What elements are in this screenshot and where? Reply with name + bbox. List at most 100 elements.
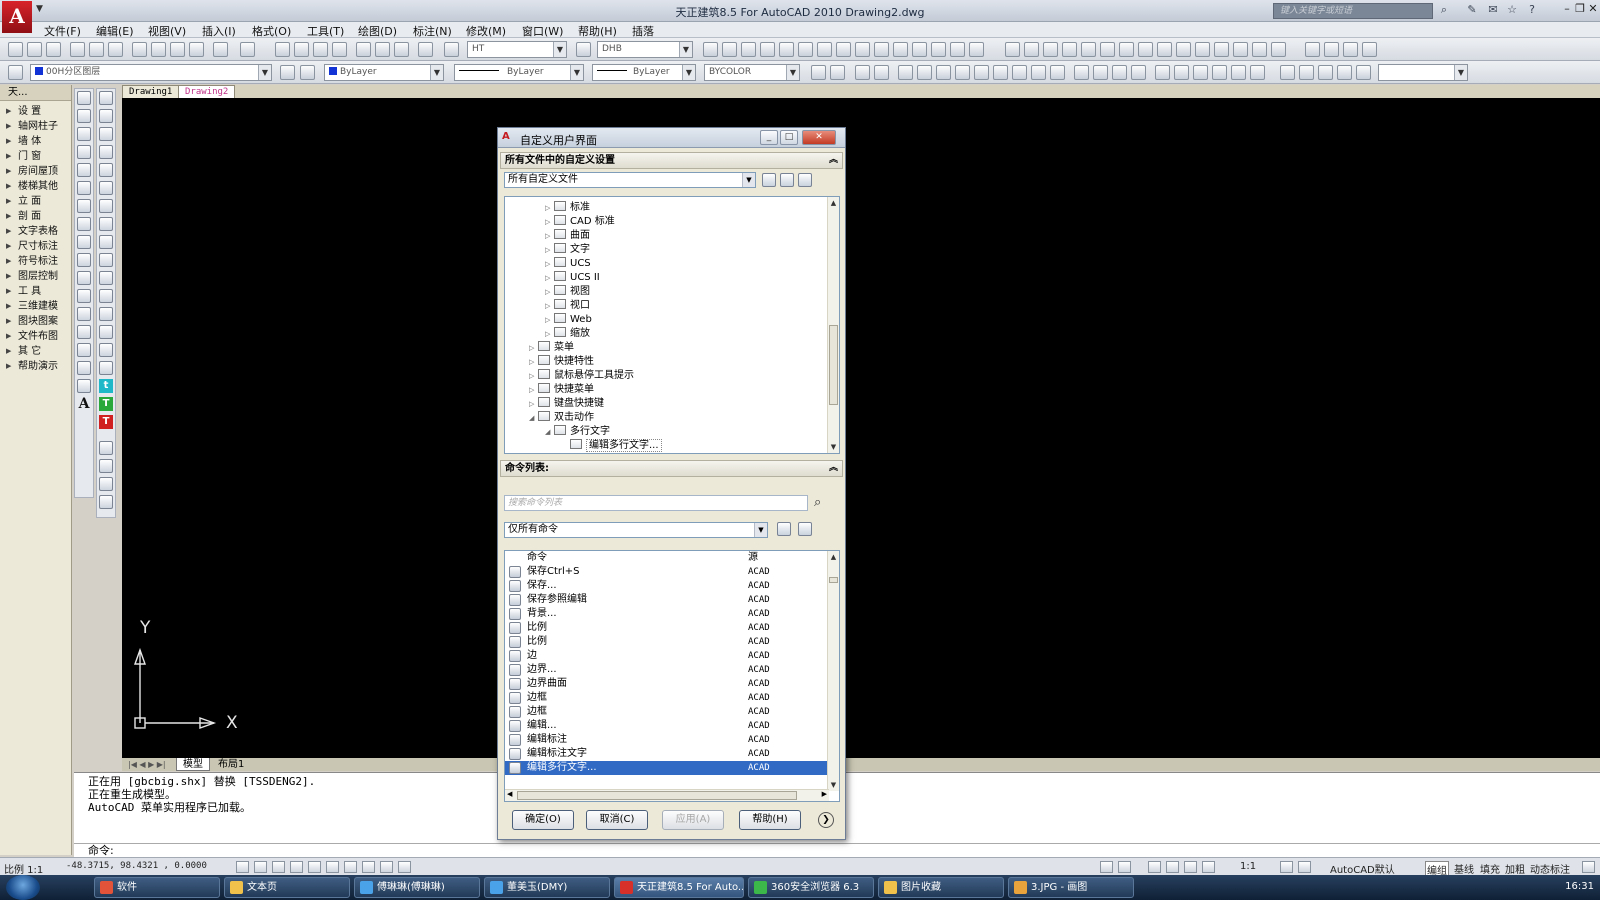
tree-scrollbar[interactable]: ▲ ▼ (827, 197, 839, 453)
zoom-window-icon[interactable] (313, 42, 328, 57)
cut-icon[interactable] (132, 42, 147, 57)
layer-tool-icon[interactable] (779, 42, 794, 57)
taskbar-item[interactable]: 图片收藏 (878, 877, 1004, 898)
command-row[interactable]: 比例 ACAD (505, 635, 829, 649)
tree-node[interactable]: ▷ 键盘快捷键 (529, 397, 604, 411)
display-filter-icon[interactable] (798, 173, 812, 187)
circle-icon[interactable] (77, 199, 91, 213)
tz-tool-icon[interactable] (874, 65, 889, 80)
redo-icon[interactable] (240, 42, 255, 57)
tree-node[interactable]: ▷ UCS II (545, 271, 600, 285)
new-icon[interactable] (8, 42, 23, 57)
expand-icon[interactable]: ▷ (545, 327, 554, 341)
tz-tool-icon[interactable] (1050, 65, 1065, 80)
ellipse-icon[interactable] (77, 253, 91, 267)
tz-tool-icon[interactable] (1131, 65, 1146, 80)
toggle-fill[interactable]: 填充 (1480, 861, 1500, 876)
menu-edit[interactable]: 编辑(E) (96, 23, 134, 39)
toggle-baseline[interactable]: 基线 (1454, 861, 1474, 876)
qp-icon[interactable] (398, 861, 411, 873)
scroll-thumb[interactable] (517, 791, 797, 800)
menu-dimension[interactable]: 标注(N) (413, 23, 452, 39)
menu-view[interactable]: 视图(V) (148, 23, 186, 39)
tz-tool-icon[interactable] (1280, 65, 1295, 80)
tz-tool-icon[interactable] (1299, 65, 1314, 80)
layer-previous-icon[interactable] (300, 65, 315, 80)
polygon-icon[interactable] (77, 145, 91, 159)
tz-menu-layer-control[interactable]: ▶ 图层控制 (0, 269, 71, 284)
layer-tool-icon[interactable] (722, 42, 737, 57)
tab-drawing1[interactable]: Drawing1 (122, 85, 180, 98)
taskbar-item[interactable]: 软件 (94, 877, 220, 898)
tab-nav-arrows[interactable]: |◀ ◀ ▶ ▶| (122, 758, 172, 771)
tz-menu-symbol[interactable]: ▶ 符号标注 (0, 254, 71, 269)
dimension-tool-icon[interactable] (1138, 42, 1153, 57)
expand-dialog-button[interactable]: ❯ (818, 812, 834, 828)
tz-tool-icon[interactable] (955, 65, 970, 80)
scale-icon[interactable] (99, 217, 113, 231)
dimension-tool-icon[interactable] (1195, 42, 1210, 57)
command-row[interactable]: 边 ACAD (505, 649, 829, 663)
tz-menu-wall[interactable]: ▶ 墙 体 (0, 134, 71, 149)
tz-tool-icon[interactable] (1074, 65, 1089, 80)
collapse-icon[interactable]: ︽ (829, 153, 838, 168)
steering-wheel-icon[interactable] (1184, 861, 1197, 873)
dialog-maximize-button[interactable]: □ (780, 130, 798, 145)
tree-node[interactable]: 编辑多行文字... (561, 439, 662, 453)
expand-icon[interactable]: ▷ (545, 299, 554, 313)
line-icon[interactable] (77, 91, 91, 105)
layer-tool-icon[interactable] (893, 42, 908, 57)
trim-icon[interactable] (99, 253, 113, 267)
expand-icon[interactable]: ▷ (529, 397, 538, 411)
zoom-previous-icon[interactable] (332, 42, 347, 57)
pan-icon[interactable] (1148, 861, 1161, 873)
taskbar-item[interactable]: 傅琳琳(傅琳琳) (354, 877, 480, 898)
tz-tool-icon[interactable] (1193, 65, 1208, 80)
command-row[interactable]: 保存参照编辑 ACAD (505, 593, 829, 607)
menu-window[interactable]: 窗口(W) (522, 23, 563, 39)
command-list-hscrollbar[interactable]: ◀ ▶ (505, 789, 829, 801)
layout-tool-icon[interactable] (1362, 42, 1377, 57)
layer-tool-icon[interactable] (855, 42, 870, 57)
toggle-dynamic-dim[interactable]: 动态标注 (1530, 861, 1570, 876)
tz-menu-blocks[interactable]: ▶ 图块图案 (0, 314, 71, 329)
grid-icon[interactable] (254, 861, 267, 873)
menu-format[interactable]: 格式(O) (252, 23, 291, 39)
break-icon[interactable] (99, 289, 113, 303)
command-row[interactable]: 比例 ACAD (505, 621, 829, 635)
dim-style-icon[interactable] (576, 42, 591, 57)
revcloud-icon[interactable] (77, 217, 91, 231)
customization-tree[interactable]: ▷ 标准 ▷ CAD 标准 ▷ 曲面 ▷ 文字 ▷ UCS ▷ UCS II ▷ 视图 ▷ 视口 ▷ Web ▷ 缩放… (504, 196, 840, 454)
rotate-icon[interactable] (99, 199, 113, 213)
insert-block-icon[interactable] (77, 289, 91, 303)
ortho-icon[interactable] (272, 861, 285, 873)
dialog-title-bar[interactable]: A 自定义用户界面 _ □ ✕ (498, 128, 845, 148)
scroll-left-icon[interactable]: ◀ (507, 790, 512, 798)
subscription-icon[interactable]: ✎ (1465, 3, 1479, 17)
text-style-icon[interactable] (444, 42, 459, 57)
tz-tool-icon[interactable] (811, 65, 826, 80)
tree-node[interactable]: ▷ CAD 标准 (545, 215, 615, 229)
save-icon[interactable] (780, 173, 794, 187)
command-row[interactable]: 编辑标注文字 ACAD (505, 747, 829, 761)
command-row[interactable]: 编辑... ACAD (505, 719, 829, 733)
tz-menu-door-window[interactable]: ▶ 门 窗 (0, 149, 71, 164)
tree-node[interactable]: ▷ 快捷菜单 (529, 383, 594, 397)
command-filter-select[interactable]: 仅所有命令 ▼ (504, 522, 768, 538)
tz-tool-icon[interactable] (1155, 65, 1170, 80)
drawing-canvas[interactable]: Y X (122, 98, 1600, 758)
expand-icon[interactable]: ▷ (545, 271, 554, 285)
ok-button[interactable]: 确定(O) (512, 810, 574, 830)
command-list-scrollbar[interactable]: ▲ ▼ (827, 551, 839, 791)
arc-icon[interactable] (77, 181, 91, 195)
tab-drawing2[interactable]: Drawing2 (178, 85, 236, 98)
construction-line-icon[interactable] (77, 109, 91, 123)
expand-icon[interactable]: ▷ (545, 215, 554, 229)
scroll-thumb[interactable] (829, 577, 838, 583)
tz-text-icon[interactable]: t (99, 379, 113, 393)
draworder-icon[interactable] (99, 495, 113, 509)
draworder-icon[interactable] (99, 441, 113, 455)
tz-tool-icon[interactable] (1337, 65, 1352, 80)
fillet-icon[interactable] (99, 343, 113, 357)
dialog-minimize-button[interactable]: _ (760, 130, 778, 145)
